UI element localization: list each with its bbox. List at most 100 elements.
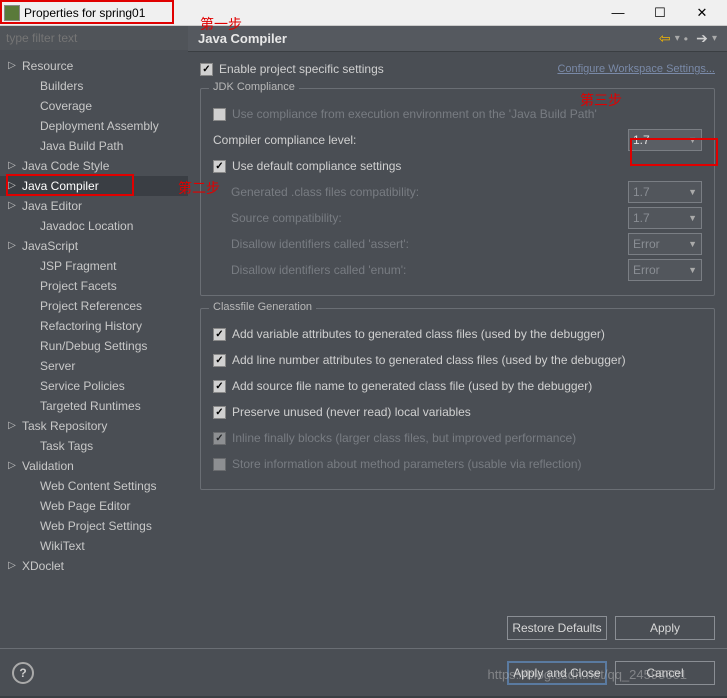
compliance-level-label: Compiler compliance level:: [213, 133, 628, 147]
tree-item-java-code-style[interactable]: ▷ Java Code Style: [0, 156, 188, 176]
classfile-group: Classfile Generation Add variable attrib…: [200, 308, 715, 490]
preserve-label: Preserve unused (never read) local varia…: [232, 405, 471, 419]
help-icon[interactable]: ?: [12, 662, 34, 684]
tree-item-xdoclet[interactable]: ▷ XDoclet: [0, 556, 188, 576]
tree-item-task-repository[interactable]: ▷ Task Repository: [0, 416, 188, 436]
filter-input[interactable]: [0, 26, 188, 50]
tree-item-label: Server: [40, 359, 75, 373]
tree-item-label: Web Page Editor: [40, 499, 131, 513]
maximize-button[interactable]: ☐: [639, 1, 681, 25]
line-attr-checkbox[interactable]: [213, 354, 226, 367]
minimize-button[interactable]: —: [597, 1, 639, 25]
expander-icon[interactable]: ▷: [6, 180, 18, 192]
tree-item-label: Java Code Style: [22, 159, 109, 173]
tree-item-java-build-path[interactable]: ▷Java Build Path: [0, 136, 188, 156]
tree-item-resource[interactable]: ▷ Resource: [0, 56, 188, 76]
use-default-checkbox[interactable]: [213, 160, 226, 173]
use-exec-env-checkbox[interactable]: [213, 108, 226, 121]
tree-item-java-editor[interactable]: ▷ Java Editor: [0, 196, 188, 216]
expander-icon[interactable]: ▷: [6, 240, 18, 252]
tree-item-label: Validation: [22, 459, 74, 473]
src-file-checkbox[interactable]: [213, 380, 226, 393]
tree-item-label: Resource: [22, 59, 73, 73]
tree-item-label: XDoclet: [22, 559, 64, 573]
tree-item-refactoring-history[interactable]: ▷Refactoring History: [0, 316, 188, 336]
jdk-group-title: JDK Compliance: [209, 81, 299, 93]
enable-specific-checkbox[interactable]: [200, 63, 213, 76]
tree-item-targeted-runtimes[interactable]: ▷Targeted Runtimes: [0, 396, 188, 416]
restore-defaults-button[interactable]: Restore Defaults: [507, 616, 607, 640]
tree-item-javascript[interactable]: ▷ JavaScript: [0, 236, 188, 256]
expander-icon[interactable]: ▷: [6, 460, 18, 472]
tree-item-project-references[interactable]: ▷Project References: [0, 296, 188, 316]
inline-checkbox: [213, 432, 226, 445]
method-params-label: Store information about method parameter…: [232, 457, 582, 471]
tree-item-web-page-editor[interactable]: ▷Web Page Editor: [0, 496, 188, 516]
configure-workspace-link[interactable]: Configure Workspace Settings...: [557, 63, 715, 75]
tree-item-label: Project References: [40, 299, 142, 313]
expander-icon[interactable]: ▷: [6, 560, 18, 572]
close-button[interactable]: ✕: [681, 1, 723, 25]
apply-button[interactable]: Apply: [615, 616, 715, 640]
tree-item-label: Web Project Settings: [40, 519, 152, 533]
tree-item-label: Targeted Runtimes: [40, 399, 141, 413]
tree-item-label: Java Editor: [22, 199, 82, 213]
preserve-checkbox[interactable]: [213, 406, 226, 419]
expander-icon[interactable]: ▷: [6, 60, 18, 72]
tree-item-label: Task Tags: [40, 439, 93, 453]
classfile-group-title: Classfile Generation: [209, 301, 316, 313]
expander-icon[interactable]: ▷: [6, 420, 18, 432]
tree-item-label: JSP Fragment: [40, 259, 116, 273]
tree-item-label: Java Compiler: [22, 179, 99, 193]
app-icon: [4, 5, 20, 21]
window-title: Properties for spring01: [24, 6, 597, 20]
tree-item-javadoc-location[interactable]: ▷Javadoc Location: [0, 216, 188, 236]
method-params-checkbox: [213, 458, 226, 471]
tree-item-label: Java Build Path: [40, 139, 123, 153]
tree-item-validation[interactable]: ▷ Validation: [0, 456, 188, 476]
forward-icon[interactable]: ➔: [692, 30, 712, 48]
var-attr-checkbox[interactable]: [213, 328, 226, 341]
enum-label: Disallow identifiers called 'enum':: [231, 263, 628, 277]
expander-icon[interactable]: ▷: [6, 160, 18, 172]
back-icon[interactable]: ⇦: [655, 30, 675, 48]
compliance-level-select[interactable]: 1.7▼: [628, 129, 702, 151]
inline-label: Inline finally blocks (larger class file…: [232, 431, 576, 445]
tree-item-label: Service Policies: [40, 379, 125, 393]
tree: ▷Resource▷Builders▷Coverage▷Deployment A…: [0, 50, 188, 648]
enum-select: Error▼: [628, 259, 702, 281]
sidebar: ▷Resource▷Builders▷Coverage▷Deployment A…: [0, 26, 188, 648]
tree-item-java-compiler[interactable]: ▷ Java Compiler: [0, 176, 188, 196]
tree-item-label: Coverage: [40, 99, 92, 113]
tree-item-web-project-settings[interactable]: ▷Web Project Settings: [0, 516, 188, 536]
tree-item-project-facets[interactable]: ▷Project Facets: [0, 276, 188, 296]
tree-item-label: Deployment Assembly: [40, 119, 159, 133]
tree-item-label: Project Facets: [40, 279, 117, 293]
tree-item-builders[interactable]: ▷Builders: [0, 76, 188, 96]
tree-item-service-policies[interactable]: ▷Service Policies: [0, 376, 188, 396]
enable-specific-label: Enable project specific settings: [219, 62, 557, 76]
tree-item-run-debug-settings[interactable]: ▷Run/Debug Settings: [0, 336, 188, 356]
page-title: Java Compiler: [198, 31, 651, 46]
watermark: https://blog.csdn.net/qq_24598601: [488, 667, 688, 682]
tree-item-label: Task Repository: [22, 419, 107, 433]
tree-item-label: Builders: [40, 79, 83, 93]
tree-item-label: JavaScript: [22, 239, 78, 253]
jdk-compliance-group: JDK Compliance Use compliance from execu…: [200, 88, 715, 296]
tree-item-web-content-settings[interactable]: ▷Web Content Settings: [0, 476, 188, 496]
tree-item-label: WikiText: [40, 539, 85, 553]
tree-item-wikitext[interactable]: ▷WikiText: [0, 536, 188, 556]
expander-icon[interactable]: ▷: [6, 200, 18, 212]
tree-item-label: Run/Debug Settings: [40, 339, 147, 353]
tree-item-server[interactable]: ▷Server: [0, 356, 188, 376]
tree-item-coverage[interactable]: ▷Coverage: [0, 96, 188, 116]
assert-select: Error▼: [628, 233, 702, 255]
titlebar: Properties for spring01 — ☐ ✕: [0, 0, 727, 26]
tree-item-deployment-assembly[interactable]: ▷Deployment Assembly: [0, 116, 188, 136]
tree-item-task-tags[interactable]: ▷Task Tags: [0, 436, 188, 456]
src-compat-select: 1.7▼: [628, 207, 702, 229]
tree-item-jsp-fragment[interactable]: ▷JSP Fragment: [0, 256, 188, 276]
use-exec-env-label: Use compliance from execution environmen…: [232, 107, 597, 121]
use-default-label: Use default compliance settings: [232, 159, 401, 173]
tree-item-label: Refactoring History: [40, 319, 142, 333]
